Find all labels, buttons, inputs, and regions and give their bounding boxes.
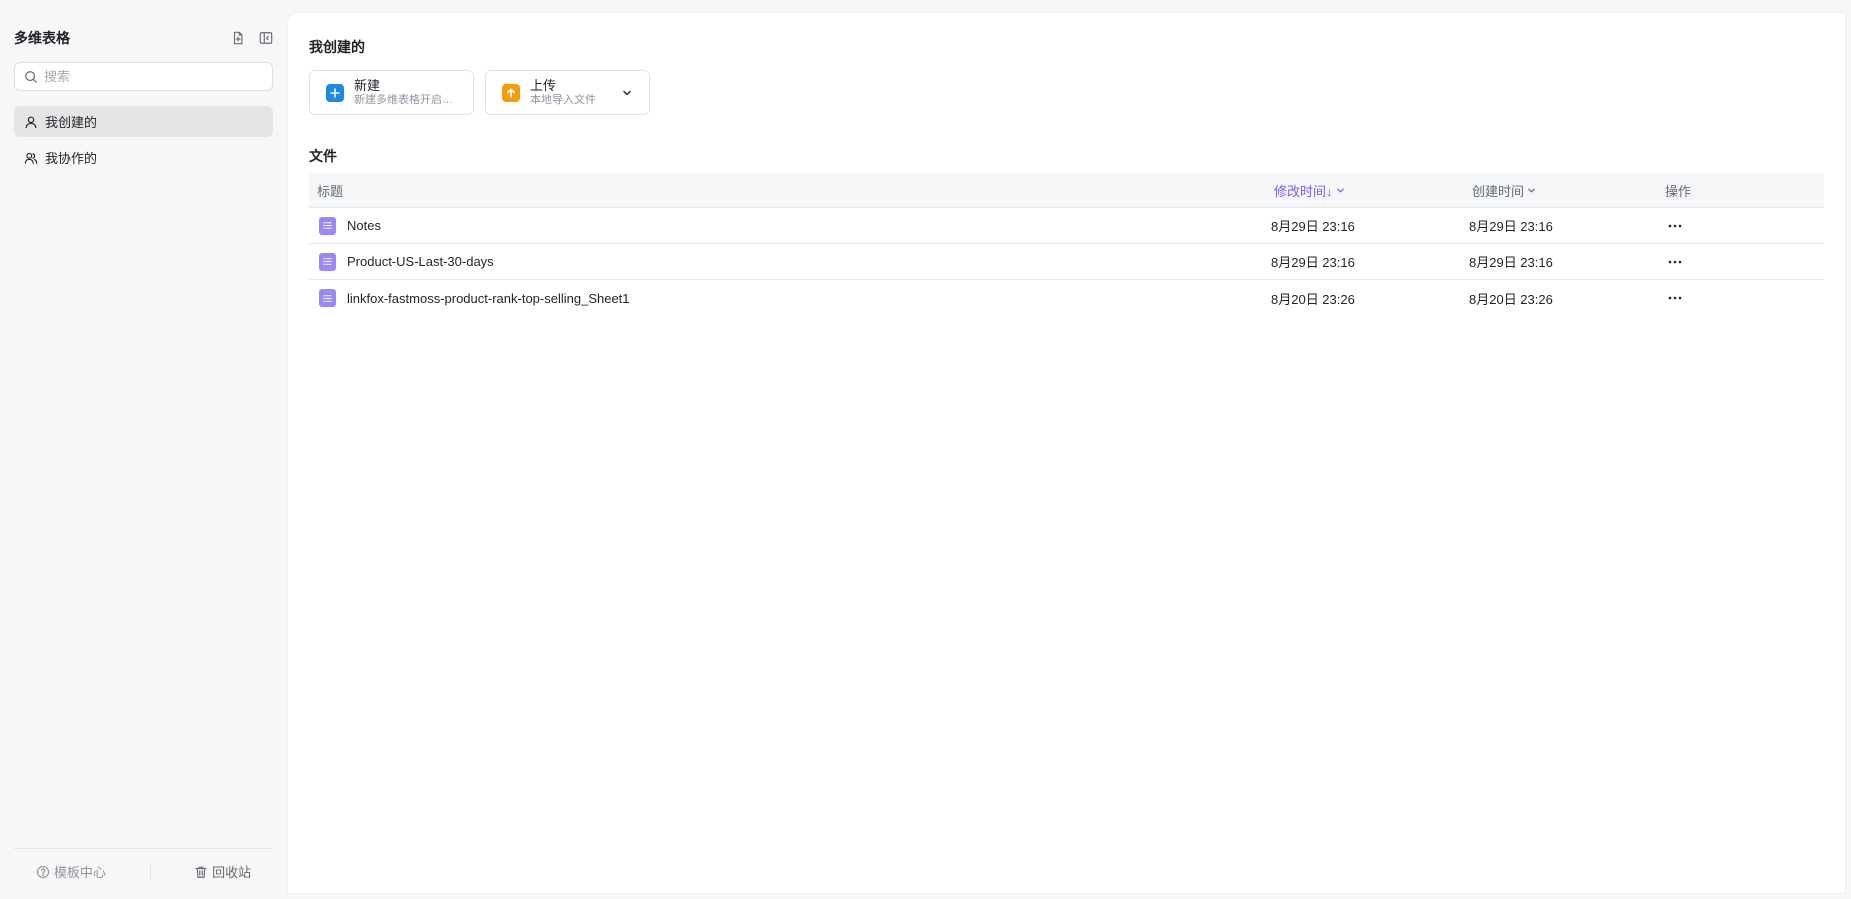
sidebar-tools [230, 30, 274, 46]
table-row[interactable]: Notes 8月29日 23:16 8月29日 23:16 [309, 208, 1824, 244]
row-created-cell: 8月20日 23:26 [1469, 291, 1553, 307]
sheet-icon [319, 289, 336, 307]
row-actions-cell [1660, 216, 1820, 236]
sidebar-title: 多维表格 [14, 30, 70, 46]
new-card-desc: 新建多维表格开启协作 [354, 93, 457, 106]
more-horizontal-icon [1668, 224, 1682, 227]
col-modified-header[interactable]: 修改时间↓ [1267, 181, 1465, 200]
search-input[interactable] [44, 69, 263, 84]
row-actions-cell [1660, 252, 1820, 272]
more-button[interactable] [1665, 252, 1685, 272]
table-row[interactable]: Product-US-Last-30-days 8月29日 23:16 8月29… [309, 244, 1824, 280]
sidebar-footer: 模板中心 回收站 [14, 848, 273, 894]
sidebar-header: 多维表格 [14, 26, 274, 50]
row-modified-cell: 8月29日 23:16 [1271, 219, 1355, 234]
row-modified-cell: 8月29日 23:16 [1271, 255, 1355, 270]
question-circle-icon [36, 865, 49, 878]
row-title-cell: Product-US-Last-30-days [309, 252, 1267, 271]
sidebar: 多维表格 搜索 我创建的 我协作的 模板中心 回收站 [0, 0, 288, 899]
sheet-icon [319, 216, 336, 235]
file-title[interactable]: Notes [347, 218, 381, 233]
page-title: 我创建的 [309, 39, 365, 55]
nav-item-label: 我协作的 [45, 151, 98, 166]
more-button[interactable] [1665, 288, 1685, 308]
more-horizontal-icon [1668, 260, 1682, 263]
upload-arrow-icon [502, 83, 520, 102]
new-table-card[interactable]: 新建 新建多维表格开启协作 [309, 70, 474, 115]
files-table: 标题 修改时间↓ 创建时间 操作 Notes 8月29日 23:16 8月29日… [309, 173, 1824, 316]
row-title-cell: Notes [309, 216, 1267, 235]
new-file-button[interactable] [230, 30, 246, 46]
col-title-label: 标题 [317, 183, 344, 199]
file-plus-icon [233, 31, 243, 45]
more-horizontal-icon [1668, 296, 1682, 300]
template-center-label: 模板中心 [53, 865, 106, 880]
trash-label: 回收站 [212, 865, 252, 880]
new-card-text: 新建 新建多维表格开启协作 [354, 78, 457, 108]
more-button[interactable] [1665, 216, 1685, 236]
footer-divider [149, 863, 151, 880]
search-box [14, 62, 273, 91]
row-title-cell: linkfox-fastmoss-product-rank-top-sellin… [309, 289, 1267, 307]
chevron-down-icon [1336, 188, 1344, 192]
search-icon [25, 70, 37, 83]
file-title[interactable]: Product-US-Last-30-days [347, 254, 494, 269]
upload-card-text: 上传 本地导入文件 [530, 78, 596, 108]
row-modified-cell: 8月20日 23:26 [1271, 291, 1355, 307]
row-created-cell: 8月29日 23:16 [1469, 255, 1553, 270]
upload-card[interactable]: 上传 本地导入文件 [485, 70, 650, 115]
row-created-cell: 8月29日 23:16 [1469, 219, 1553, 234]
app-root: 多维表格 搜索 我创建的 我协作的 模板中心 回收站 我创建的 新建 新建多维表… [0, 0, 1851, 899]
table-row[interactable]: linkfox-fastmoss-product-rank-top-sellin… [309, 280, 1824, 316]
col-created-header[interactable]: 创建时间 [1465, 181, 1660, 200]
trash-button[interactable]: 回收站 [194, 862, 251, 881]
action-cards: 新建 新建多维表格开启协作 上传 本地导入文件 [309, 70, 650, 115]
section-title-files: 文件 [309, 148, 337, 164]
user-icon [25, 116, 37, 128]
nav-item-my-created[interactable]: 我创建的 [14, 106, 273, 137]
col-modified-label: 修改时间↓ [1274, 183, 1333, 199]
trash-icon [195, 866, 207, 878]
col-actions-header: 操作 [1660, 181, 1820, 200]
table-header: 标题 修改时间↓ 创建时间 操作 [309, 173, 1824, 208]
sidebar-nav: 我创建的 我协作的 [14, 106, 273, 178]
nav-item-label: 我创建的 [45, 115, 98, 130]
chevron-down-icon [1528, 188, 1535, 192]
template-center-button[interactable]: 模板中心 [36, 862, 106, 881]
col-title-header: 标题 [309, 181, 1267, 200]
users-icon [24, 152, 38, 164]
new-card-name: 新建 [354, 77, 381, 93]
file-title[interactable]: linkfox-fastmoss-product-rank-top-sellin… [347, 291, 630, 306]
col-created-label: 创建时间 [1472, 183, 1525, 199]
sheet-icon [319, 252, 336, 271]
row-actions-cell [1660, 288, 1820, 308]
nav-item-collaborated[interactable]: 我协作的 [14, 142, 273, 173]
chevron-down-icon[interactable] [621, 87, 633, 99]
col-actions-label: 操作 [1665, 183, 1692, 199]
collapse-sidebar-button[interactable] [258, 30, 274, 46]
sidebar-collapse-icon [259, 32, 273, 44]
plus-icon [326, 83, 344, 102]
upload-card-desc: 本地导入文件 [530, 93, 596, 106]
upload-card-name: 上传 [530, 77, 557, 93]
main-panel: 我创建的 新建 新建多维表格开启协作 上传 本地导入文件 文件 标题 修改时间↓… [288, 13, 1845, 893]
